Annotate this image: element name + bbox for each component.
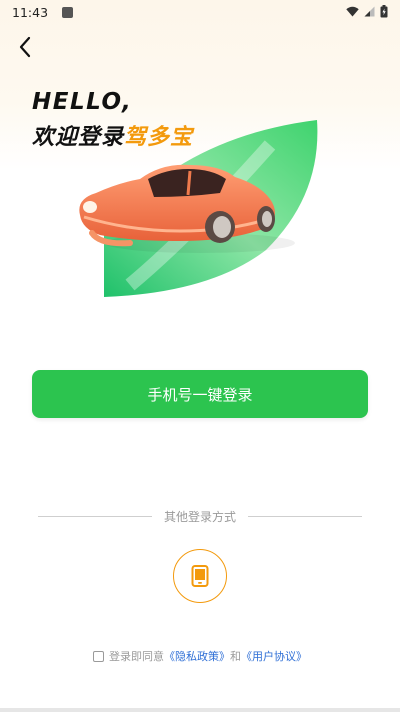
divider-line-right: [248, 515, 363, 517]
hero-car-illustration: [79, 120, 318, 297]
other-login-divider: 其他登录方式: [38, 506, 363, 526]
agreement-conjunction: 和: [230, 651, 241, 663]
wifi-icon: [346, 6, 359, 17]
agreement-prefix: 登录即同意: [109, 651, 164, 663]
divider-line-left: [38, 515, 152, 517]
other-login-label: 其他登录方式: [164, 509, 237, 524]
greeting-title: HELLO,: [32, 89, 133, 115]
agreement-row: 登录即同意 《隐私政策》 和 《用户协议》: [0, 648, 400, 664]
agreement-checkbox[interactable]: [93, 650, 104, 662]
one-click-login-button[interactable]: 手机号一键登录: [32, 370, 368, 418]
back-button[interactable]: [12, 34, 38, 60]
phone-login-button[interactable]: [173, 549, 227, 603]
phone-icon: [191, 565, 209, 587]
notification-icon: [62, 6, 74, 18]
status-icons: [346, 5, 388, 18]
battery-icon: [380, 5, 388, 18]
chevron-left-icon: [19, 36, 31, 58]
privacy-policy-link[interactable]: 《隐私政策》: [164, 648, 230, 664]
status-bar: 11:43: [0, 0, 400, 24]
navigation-bar: [0, 708, 400, 712]
status-time: 11:43: [12, 4, 49, 20]
user-agreement-link[interactable]: 《用户协议》: [241, 648, 307, 664]
signal-icon: [364, 6, 375, 17]
